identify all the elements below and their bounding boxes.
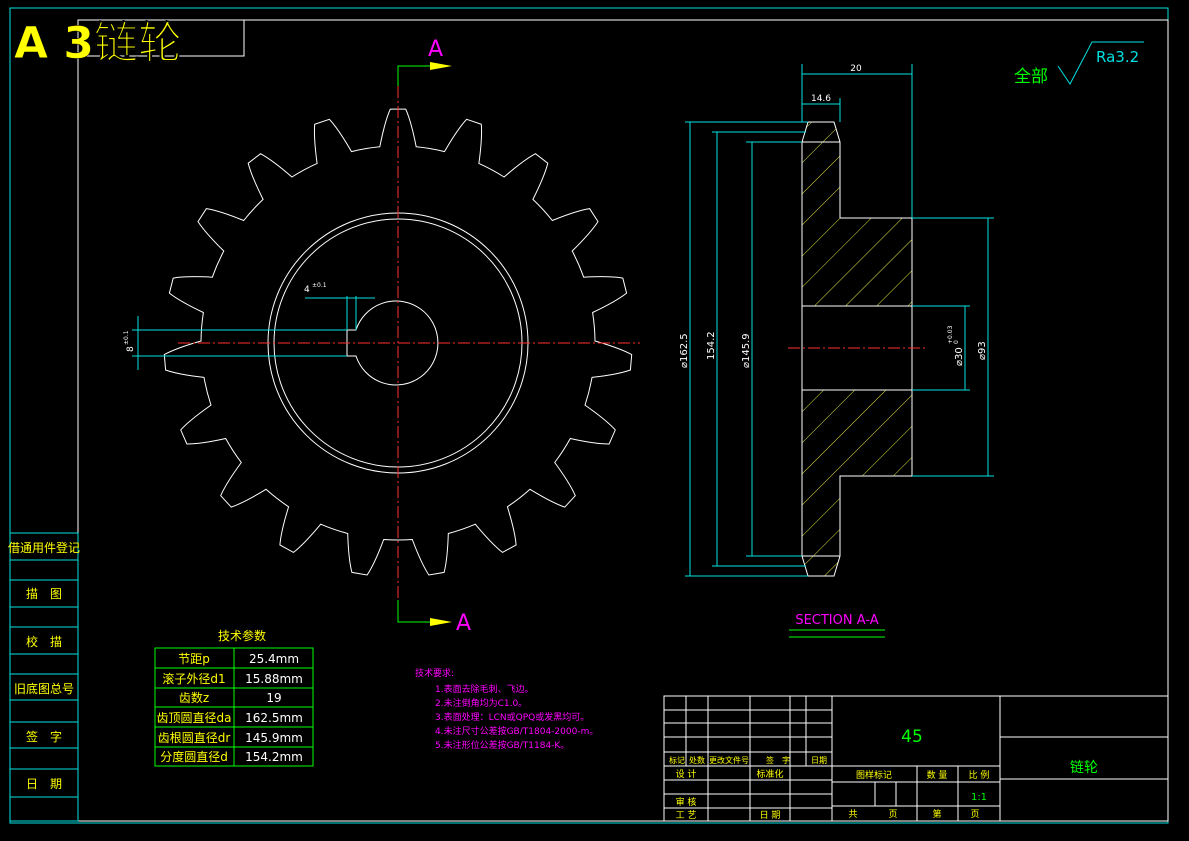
svg-text:数 量: 数 量 — [927, 769, 948, 781]
section-marker-bottom: A — [397, 600, 471, 636]
hub-diameter-label: ⌀93 — [977, 341, 988, 360]
requirement-item: 2.未注倒角均为C1.0。 — [435, 697, 527, 709]
param-value: 25.4mm — [249, 652, 299, 666]
param-value: 145.9mm — [245, 731, 303, 745]
roughness-prefix: 全部 — [1014, 67, 1048, 87]
svg-text:处数: 处数 — [689, 755, 705, 765]
param-name: 齿数z — [179, 690, 209, 705]
param-value: 15.88mm — [245, 672, 303, 686]
bore-diameter-label: ⌀30 — [954, 347, 965, 366]
section-view — [788, 121, 926, 577]
width-total-label: 20 — [850, 64, 862, 74]
title-block: 标记 处数 更改文件号 签 字 日期 设 计 标准化 审 核 工 艺 日 期 4… — [663, 695, 1169, 822]
svg-text:审 核: 审 核 — [676, 796, 697, 808]
param-name: 分度圆直径d — [160, 749, 228, 764]
sidebar-label: 校 描 — [26, 634, 62, 649]
tech-requirements: 技术要求: 1.表面去除毛刺、飞边。 2.未注倒角均为C1.0。 3.表面处理：… — [415, 667, 598, 751]
svg-text:标准化: 标准化 — [756, 768, 783, 780]
sidebar-label: 日 期 — [26, 777, 62, 791]
width-tooth-label: 14.6 — [811, 94, 831, 104]
surface-roughness-symbol: 全部 Ra3.2 — [1014, 41, 1144, 87]
svg-text:签 字: 签 字 — [766, 755, 790, 765]
svg-text:更改文件号: 更改文件号 — [709, 755, 749, 765]
param-name: 齿根圆直径dr — [158, 731, 231, 745]
sidebar-label: 描 图 — [26, 587, 62, 601]
tip-diameter-label: ⌀162.5 — [679, 333, 690, 368]
param-value: 154.2mm — [245, 750, 303, 764]
svg-text:标记: 标记 — [669, 755, 685, 765]
root-diameter-label: ⌀145.9 — [741, 333, 752, 368]
pitch-diameter-label: 154.2 — [706, 331, 717, 360]
section-letter: A — [428, 37, 443, 62]
svg-text:比 例: 比 例 — [969, 769, 990, 781]
sprocket-front-view — [163, 66, 640, 620]
svg-text:图样标记: 图样标记 — [856, 769, 892, 781]
section-upper-half — [801, 121, 913, 307]
bore-tolerance-lower: 0 — [953, 340, 960, 344]
left-sidebar: 借通用件登记 描 图 校 描 旧底图总号 签 字 日 期 — [8, 532, 80, 822]
section-caption: SECTION A-A — [795, 613, 878, 628]
requirement-item: 4.未注尺寸公差按GB/T1804-2000-m。 — [435, 725, 598, 737]
svg-text:日期: 日期 — [811, 756, 827, 765]
sidebar-label: 签 字 — [26, 729, 62, 744]
requirement-item: 5.未注形位公差按GB/T1184-K。 — [435, 739, 569, 751]
scale-value: 1:1 — [971, 792, 987, 803]
requirement-item: 1.表面去除毛刺、飞边。 — [435, 683, 534, 695]
tech-params-title: 技术参数 — [218, 628, 266, 643]
part-name: 链轮 — [1070, 760, 1098, 776]
requirements-title: 技术要求: — [415, 667, 454, 679]
svg-text:共: 共 — [848, 809, 857, 820]
svg-text:工 艺: 工 艺 — [676, 810, 697, 821]
sidebar-label: 借通用件登记 — [8, 540, 80, 555]
section-marker-top: A — [397, 37, 452, 86]
sidebar-label: 旧底图总号 — [14, 681, 74, 696]
drawing-canvas: A 3链轮 借通用件登记 描 图 校 描 旧底图总号 签 字 日 期 A A 4… — [8, 7, 1169, 824]
svg-text:设 计: 设 计 — [676, 768, 697, 780]
svg-text:日 期: 日 期 — [760, 810, 781, 821]
svg-text:8: 8 — [126, 346, 136, 352]
param-value: 19 — [266, 691, 281, 705]
inner-frame — [77, 19, 1169, 822]
param-name: 滚子外径d1 — [162, 671, 225, 686]
svg-text:页: 页 — [970, 809, 979, 820]
requirement-item: 3.表面处理：LCN或QPQ或发黑均可。 — [435, 711, 589, 723]
drawing-title: A 3链轮 — [14, 18, 182, 69]
svg-text:4: 4 — [304, 285, 310, 295]
keyway-width-dimension: 4 ±0.1 — [304, 282, 375, 330]
section-letter: A — [456, 611, 471, 636]
svg-text:第: 第 — [932, 808, 941, 820]
section-lower-half — [801, 389, 913, 577]
svg-text:±0.1: ±0.1 — [312, 282, 327, 289]
material-label: 45 — [901, 727, 923, 747]
roughness-value: Ra3.2 — [1096, 48, 1139, 66]
svg-text:页: 页 — [888, 809, 897, 820]
param-name: 节距p — [178, 652, 210, 666]
tech-params-table: 技术参数 节距p 25.4mm 滚子外径d1 15.88mm 齿数z 19 齿顶… — [154, 628, 314, 767]
param-value: 162.5mm — [245, 711, 303, 725]
svg-text:±0.1: ±0.1 — [123, 330, 130, 345]
param-name: 齿顶圆直径da — [157, 711, 232, 725]
